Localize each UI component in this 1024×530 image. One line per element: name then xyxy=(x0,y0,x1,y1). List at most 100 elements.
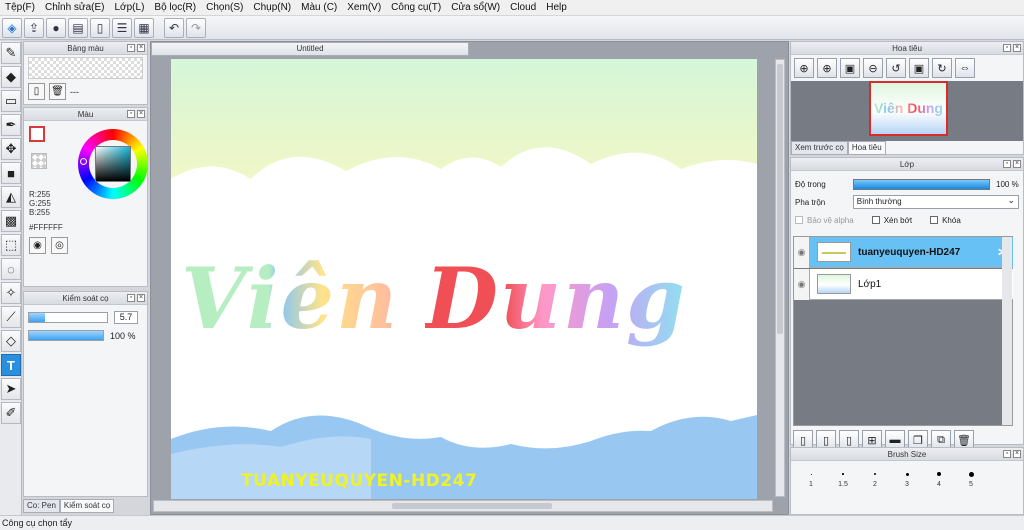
eraser-icon[interactable]: ◆ xyxy=(1,66,21,88)
navigator-preview[interactable]: Viên Dung xyxy=(791,81,1023,141)
reset-view-icon[interactable]: ▣ xyxy=(909,58,929,78)
navigator-thumbnail[interactable]: Viên Dung xyxy=(869,81,948,136)
pen-icon[interactable]: ✒ xyxy=(1,114,21,136)
transparent-color-swatch[interactable] xyxy=(31,153,47,169)
tab-brush-preview-right[interactable]: Xem trước cọ xyxy=(791,141,848,155)
menu-view[interactable]: Xem(V) xyxy=(342,0,386,16)
layer-scrollbar[interactable] xyxy=(1002,237,1012,425)
layer-opacity-value: 100 % xyxy=(996,179,1019,189)
visibility-icon[interactable]: ◉ xyxy=(794,268,810,300)
lasso-icon[interactable]: ◌ xyxy=(1,258,21,280)
panel-float-icon[interactable]: ▫ xyxy=(127,110,135,118)
status-bar: Công cụ chọn tẩy xyxy=(0,515,1024,530)
layer-row[interactable]: ◉ Lớp1 xyxy=(794,268,1013,300)
brush-opacity-slider[interactable] xyxy=(28,330,104,341)
panel-close-icon[interactable]: × xyxy=(137,110,145,118)
move-icon[interactable]: ✥ xyxy=(1,138,21,160)
brush-size-option[interactable]: 2 xyxy=(859,467,891,488)
rotate-right-icon[interactable]: ↻ xyxy=(932,58,952,78)
menu-edit[interactable]: Chỉnh sửa(E) xyxy=(40,0,110,16)
layer-opacity-slider[interactable] xyxy=(853,178,990,190)
brush-size-option[interactable]: 3 xyxy=(891,467,923,488)
brush-icon[interactable]: ✎ xyxy=(1,42,21,64)
panel-float-icon[interactable]: ▫ xyxy=(1003,44,1011,52)
bucket-icon[interactable]: ◭ xyxy=(1,186,21,208)
lock-checkbox[interactable]: Khóa xyxy=(930,216,961,225)
lasso-rect-icon[interactable]: ⬚ xyxy=(1,234,21,256)
panel-float-icon[interactable]: ▫ xyxy=(1003,450,1011,458)
menu-file[interactable]: Tệp(F) xyxy=(0,0,40,16)
panel-float-icon[interactable]: ▫ xyxy=(127,44,135,52)
menu-help[interactable]: Help xyxy=(541,0,572,16)
wand-icon[interactable]: ◈ xyxy=(2,17,22,38)
undo-icon[interactable]: ↶ xyxy=(164,17,184,38)
ruler-icon[interactable]: ⟋ xyxy=(1,306,21,328)
fit-window-icon[interactable]: ▣ xyxy=(840,58,860,78)
menu-cloud[interactable]: Cloud xyxy=(505,0,541,16)
protect-alpha-checkbox[interactable]: Bảo vệ alpha xyxy=(795,216,854,225)
protect-alpha-label: Bảo vệ alpha xyxy=(807,215,854,225)
layers-icon[interactable]: ☰ xyxy=(112,17,132,38)
saturation-square[interactable] xyxy=(95,146,131,182)
clip-checkbox[interactable]: Xén bớt xyxy=(871,216,912,225)
flip-icon[interactable]: ⇔ xyxy=(955,58,975,78)
canvas-horizontal-scrollbar[interactable] xyxy=(153,500,773,512)
chat-icon[interactable]: ● xyxy=(46,17,66,38)
palette-edit-icon[interactable]: ◎ xyxy=(51,237,68,254)
blend-mode-select[interactable]: Bình thường xyxy=(852,194,1019,209)
menu-color[interactable]: Màu (C) xyxy=(296,0,342,16)
palette-icon[interactable]: ◉ xyxy=(29,237,46,254)
rotate-left-icon[interactable]: ↺ xyxy=(886,58,906,78)
gradient-icon[interactable]: ▩ xyxy=(1,210,21,232)
zoom-fit-icon[interactable]: ⊕ xyxy=(794,58,814,78)
tab-navigator[interactable]: Hoa tiêu xyxy=(847,141,886,155)
panel-close-icon[interactable]: × xyxy=(1013,44,1021,52)
eraser2-icon[interactable]: ◇ xyxy=(1,330,21,352)
menu-layer[interactable]: Lớp(L) xyxy=(110,0,150,16)
hue-knob[interactable] xyxy=(80,158,87,165)
text-icon[interactable]: T xyxy=(1,354,21,376)
main-toolbar: ◈ ⇪ ● ▤ ▯ ☰ ▦ ↶ ↷ xyxy=(0,16,1024,40)
tab-brush-preview[interactable]: Co: Pen xyxy=(23,499,60,513)
drawing-canvas[interactable]: Viên Dung TUANYEUQUYEN-HD247 xyxy=(171,59,757,499)
grid-icon[interactable]: ▦ xyxy=(134,17,154,38)
magic-wand-icon[interactable]: ✧ xyxy=(1,282,21,304)
redo-icon[interactable]: ↷ xyxy=(186,17,206,38)
trash-icon[interactable]: 🗑 xyxy=(49,83,66,100)
menu-capture[interactable]: Chụp(N) xyxy=(248,0,296,16)
brush-size-option[interactable]: 1.5 xyxy=(827,467,859,488)
panel-close-icon[interactable]: × xyxy=(137,294,145,302)
export-icon[interactable]: ⇪ xyxy=(24,17,44,38)
panel-float-icon[interactable]: ▫ xyxy=(1003,160,1011,168)
primary-color-swatch[interactable] xyxy=(29,126,45,142)
zoom-in-icon[interactable]: ⊕ xyxy=(817,58,837,78)
layer-row[interactable]: ◉ tuanyeuquyen-HD247 ✲ xyxy=(794,236,1013,268)
menu-tools[interactable]: Công cụ(T) xyxy=(386,0,446,16)
swatch-grid[interactable] xyxy=(28,57,143,79)
menu-filter[interactable]: Bộ lọc(R) xyxy=(149,0,201,16)
brush-size-option[interactable]: 1 xyxy=(795,467,827,488)
shape-icon[interactable]: ■ xyxy=(1,162,21,184)
panel-close-icon[interactable]: × xyxy=(1013,160,1021,168)
tab-brush-control[interactable]: Kiểm soát cọ xyxy=(59,499,115,513)
new-swatch-icon[interactable]: ▯ xyxy=(28,83,45,100)
document-tab[interactable]: Untitled xyxy=(151,42,469,56)
select-rect-icon[interactable]: ▭ xyxy=(1,90,21,112)
brush-size-option[interactable]: 4 xyxy=(923,467,955,488)
canvas-vertical-scrollbar[interactable] xyxy=(775,59,785,497)
dropper-icon[interactable]: ✐ xyxy=(1,402,21,424)
visibility-icon[interactable]: ◉ xyxy=(794,236,810,268)
blue-value: B:255 xyxy=(29,208,50,217)
panel-close-icon[interactable]: × xyxy=(1013,450,1021,458)
panel-float-icon[interactable]: ▫ xyxy=(127,294,135,302)
brush-size-slider[interactable] xyxy=(28,312,108,323)
menu-select[interactable]: Chọn(S) xyxy=(201,0,248,16)
comment-icon[interactable]: ▤ xyxy=(68,17,88,38)
menu-window[interactable]: Cửa sổ(W) xyxy=(446,0,505,16)
brush-size-option[interactable]: 5 xyxy=(955,467,987,488)
zoom-out-icon[interactable]: ⊖ xyxy=(863,58,883,78)
select-arrow-icon[interactable]: ➤ xyxy=(1,378,21,400)
document-icon[interactable]: ▯ xyxy=(90,17,110,38)
brush-size-value[interactable]: 5.7 xyxy=(114,311,138,324)
panel-close-icon[interactable]: × xyxy=(137,44,145,52)
